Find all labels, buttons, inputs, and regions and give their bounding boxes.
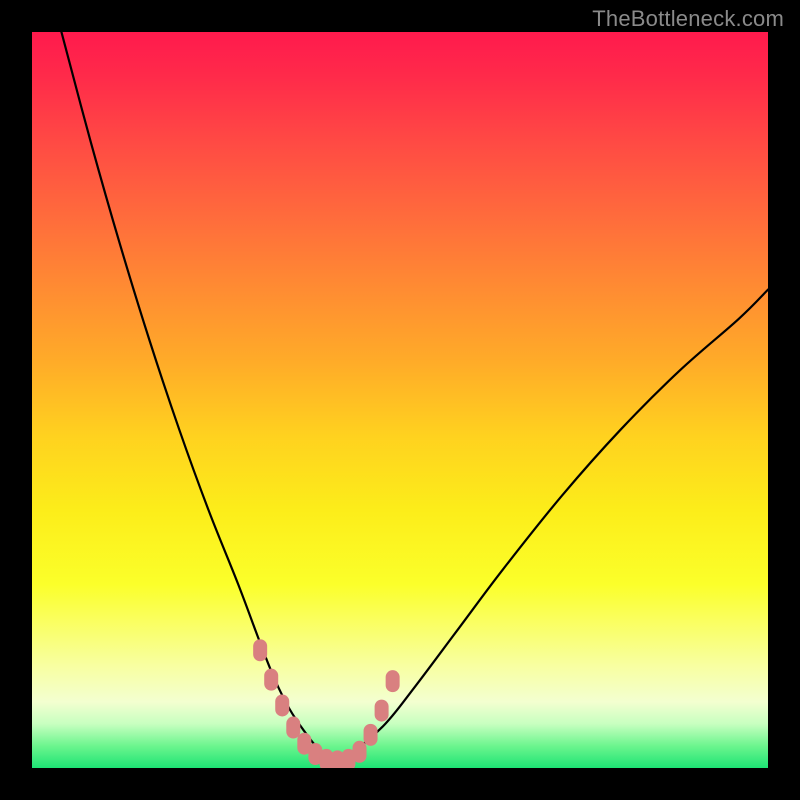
right-curve	[334, 290, 768, 761]
chart-svg	[32, 32, 768, 768]
marker-point	[264, 669, 278, 691]
marker-point	[275, 694, 289, 716]
marker-point	[386, 670, 400, 692]
watermark-text: TheBottleneck.com	[592, 6, 784, 32]
marker-point	[353, 741, 367, 763]
chart-frame: TheBottleneck.com	[0, 0, 800, 800]
marker-point	[364, 724, 378, 746]
left-curve-path	[61, 32, 333, 761]
marker-point	[253, 639, 267, 661]
marker-point	[375, 700, 389, 722]
left-curve	[61, 32, 333, 761]
plot-area	[32, 32, 768, 768]
right-curve-path	[334, 290, 768, 761]
highlighted-markers	[253, 639, 399, 768]
marker-point	[286, 717, 300, 739]
